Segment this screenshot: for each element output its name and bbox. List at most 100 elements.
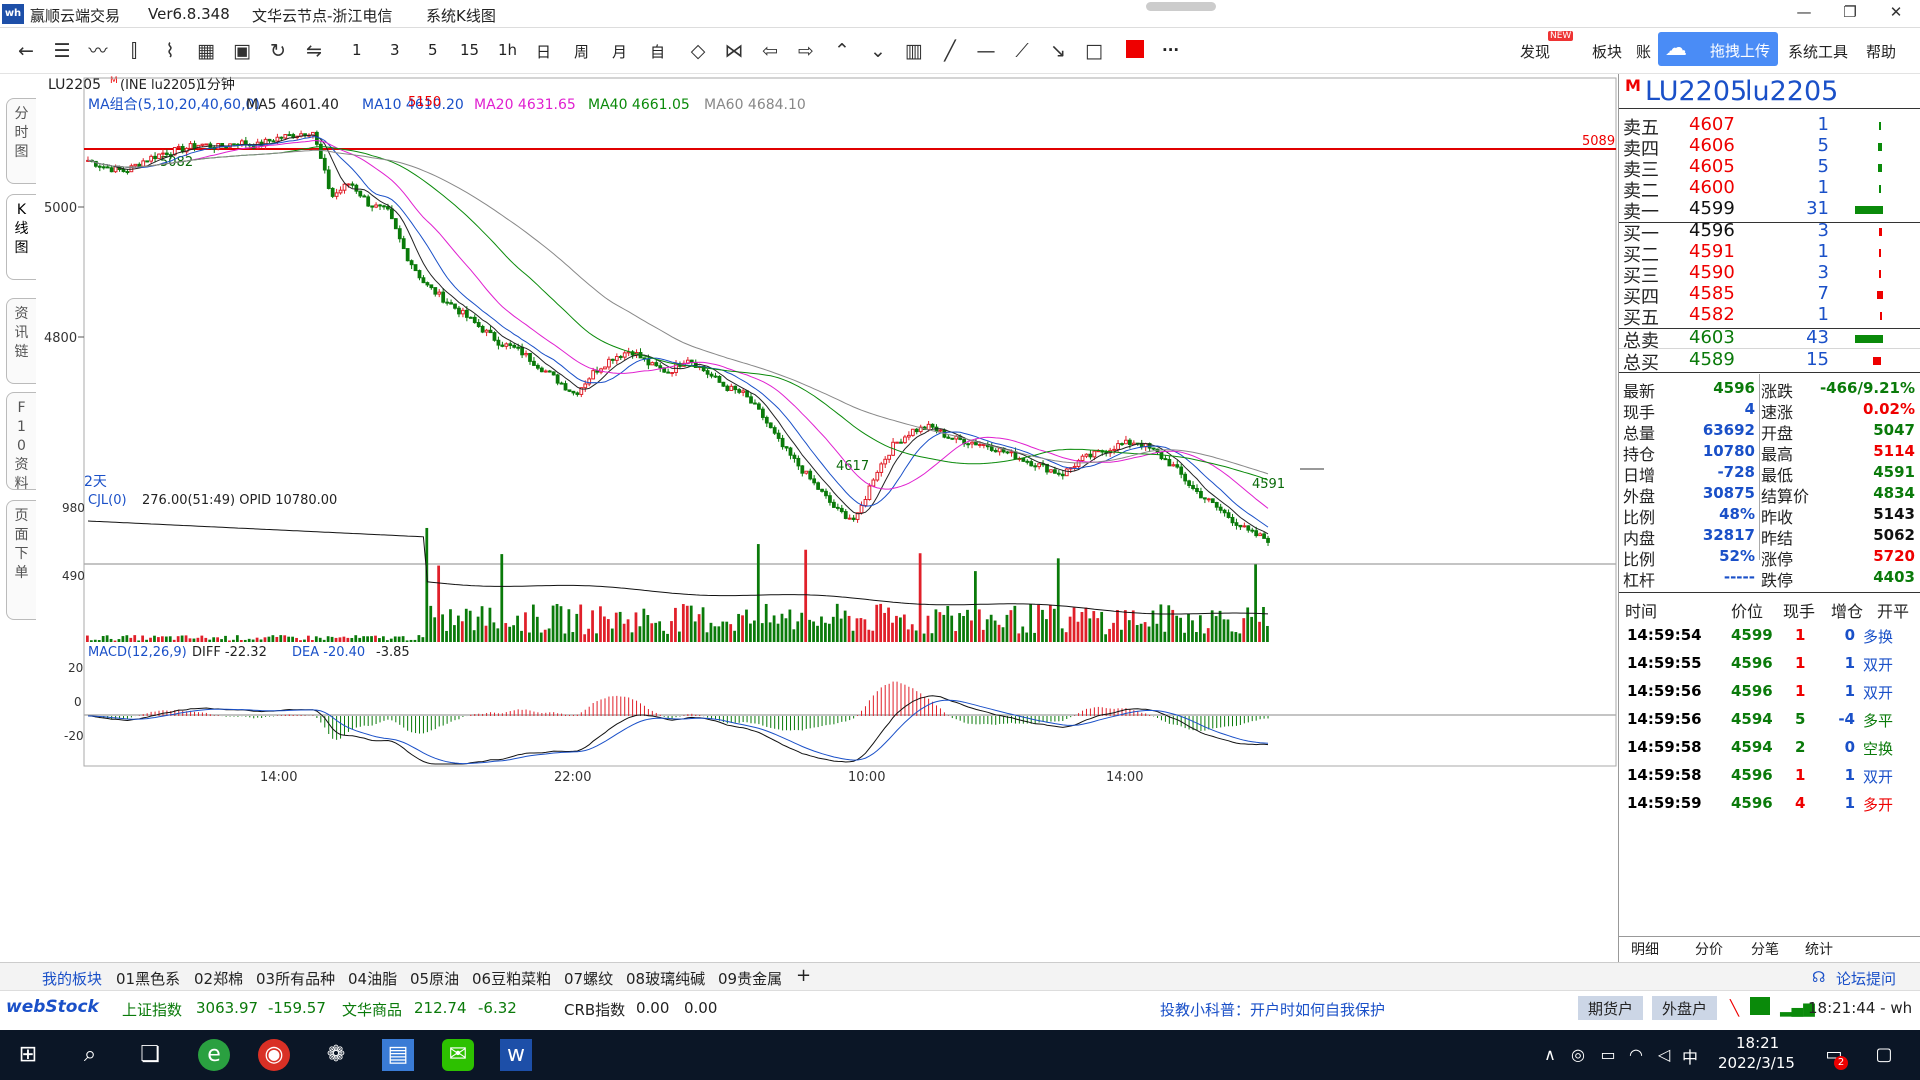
block-tab-1[interactable]: 01黑色系	[116, 968, 180, 989]
kline-chart-area[interactable]: LU2205 M (INE lu2205) 1分钟 MA组合(5,10,20,4…	[38, 74, 1618, 934]
ray-tool-icon[interactable]: ⟋	[1008, 38, 1036, 64]
tab-order[interactable]: 页面下单	[6, 500, 36, 620]
tray-app-icon[interactable]: ◎	[1562, 1039, 1594, 1071]
tick-row[interactable]: 14:59:54 4599 1 0 多换	[1619, 622, 1920, 650]
tick-row[interactable]: 14:59:56 4596 1 1 双开	[1619, 678, 1920, 706]
candle	[539, 367, 544, 373]
period-1[interactable]: 1	[352, 41, 362, 59]
period-15[interactable]: 15	[460, 41, 479, 59]
block-tab-3[interactable]: 03所有品种	[256, 968, 335, 989]
zoom-out-icon[interactable]: ⋈	[720, 38, 748, 64]
tab-news[interactable]: 资讯链	[6, 298, 36, 384]
period-month[interactable]: 月	[612, 41, 627, 62]
news-ticker[interactable]: 投教小科普：开户时如何自我保护	[1160, 999, 1385, 1020]
tick-row[interactable]: 14:59:58 4596 1 1 双开	[1619, 762, 1920, 790]
tab-f10[interactable]: F10资料	[6, 392, 36, 492]
block-tab-5[interactable]: 05原油	[410, 968, 459, 989]
block-tab-7[interactable]: 07螺纹	[564, 968, 613, 989]
tick-row[interactable]: 14:59:59 4596 4 1 多开	[1619, 790, 1920, 818]
block-tab-4[interactable]: 04油脂	[348, 968, 397, 989]
save-icon[interactable]: ▣	[228, 38, 256, 64]
shift-right-icon[interactable]: ⇨	[792, 38, 820, 64]
cjl-header[interactable]: CJL(0)	[88, 493, 127, 508]
forex-account-button[interactable]: 外盘户	[1652, 996, 1718, 1020]
tab-detail[interactable]: 明细	[1631, 939, 1659, 959]
tools-menu[interactable]: 系统工具	[1788, 41, 1848, 62]
close-button[interactable]: ✕	[1884, 3, 1908, 21]
wenhua-taskbar-icon[interactable]: w	[500, 1039, 532, 1071]
ie-icon[interactable]: e	[198, 1039, 230, 1071]
help-menu[interactable]: 帮助	[1866, 41, 1896, 62]
chrome-icon[interactable]: ◉	[258, 1039, 290, 1071]
tab-price-dist[interactable]: 分价	[1695, 939, 1723, 959]
zoom-in-icon[interactable]: ◇	[684, 38, 712, 64]
sh-index-label[interactable]: 上证指数	[122, 999, 182, 1020]
ime-indicator[interactable]: 中	[1682, 1044, 1698, 1068]
volume-bar	[1104, 634, 1108, 642]
tab-kline[interactable]: K线图	[6, 194, 36, 280]
line-chart-icon[interactable]: 〰	[84, 38, 112, 64]
tick-row[interactable]: 14:59:55 4596 1 1 双开	[1619, 650, 1920, 678]
more-button[interactable]: ···	[1162, 41, 1179, 59]
list-icon[interactable]: ☰	[48, 38, 76, 64]
down-icon[interactable]: ⌄	[864, 38, 892, 64]
candle	[330, 187, 335, 197]
sector-button[interactable]: 板块	[1592, 41, 1622, 62]
upload-dropzone[interactable]: ☁ 拖拽上传	[1658, 32, 1778, 66]
futures-account-button[interactable]: 期货户	[1578, 996, 1644, 1020]
maximize-button[interactable]: ❐	[1838, 3, 1862, 21]
period-custom[interactable]: 自	[650, 41, 665, 62]
arrow-tool-icon[interactable]: ↘	[1044, 38, 1072, 64]
candle	[141, 160, 146, 167]
search-icon[interactable]: ⌕	[74, 1039, 106, 1071]
period-5[interactable]: 5	[428, 41, 438, 59]
tab-ticks[interactable]: 分笔	[1751, 939, 1779, 959]
app-icon-1[interactable]: ❁	[320, 1039, 352, 1071]
add-block-button[interactable]: +	[796, 965, 811, 986]
block-tab-8[interactable]: 08玻璃纯碱	[626, 968, 705, 989]
block-tab-mine[interactable]: 我的板块	[42, 968, 102, 989]
tab-stats[interactable]: 统计	[1805, 939, 1833, 959]
block-tab-2[interactable]: 02郑棉	[194, 968, 243, 989]
macd-header[interactable]: MACD(12,26,9)	[88, 645, 187, 660]
refresh-icon[interactable]: ↻	[264, 38, 292, 64]
tick-row[interactable]: 14:59:58 4594 2 0 空换	[1619, 734, 1920, 762]
period-1h[interactable]: 1h	[498, 41, 517, 59]
windows-start-icon[interactable]: ⊞	[12, 1039, 44, 1071]
block-tab-6[interactable]: 06豆粕菜粕	[472, 968, 551, 989]
period-3[interactable]: 3	[390, 41, 400, 59]
task-view-icon[interactable]: ❏	[134, 1039, 166, 1071]
layout-icon[interactable]: ▥	[900, 38, 928, 64]
period-select[interactable]: 1分钟	[198, 76, 235, 93]
block-tab-9[interactable]: 09贵金属	[718, 968, 782, 989]
account-button[interactable]: 账	[1636, 41, 1651, 62]
period-week[interactable]: 周	[574, 41, 589, 62]
wechat-icon[interactable]: ✉	[442, 1039, 474, 1071]
back-icon[interactable]: ←	[12, 38, 40, 64]
action-center-icon[interactable]: ▢	[1868, 1039, 1900, 1071]
rect-tool-icon[interactable]: □	[1080, 38, 1108, 64]
minimize-button[interactable]: —	[1792, 3, 1816, 21]
volume-bar	[1048, 604, 1052, 642]
tick-row[interactable]: 14:59:56 4594 5 -4 多平	[1619, 706, 1920, 734]
compare-icon[interactable]: ⇋	[300, 38, 328, 64]
line-tool-icon[interactable]: ╱	[936, 38, 964, 64]
period-day[interactable]: 日	[536, 41, 551, 62]
forum-button[interactable]: 论坛提问	[1836, 968, 1896, 989]
wh-index-label[interactable]: 文华商品	[342, 999, 402, 1020]
shift-left-icon[interactable]: ⇦	[756, 38, 784, 64]
up-icon[interactable]: ⌃	[828, 38, 856, 64]
tab-timeshare[interactable]: 分时图	[6, 98, 36, 184]
color-picker-button[interactable]	[1126, 40, 1144, 58]
crb-label[interactable]: CRB指数	[564, 999, 625, 1020]
indicator-icon[interactable]: ⌇	[156, 38, 184, 64]
app-icon-2[interactable]: ▤	[382, 1039, 414, 1071]
discover-button[interactable]: 发现	[1520, 41, 1550, 62]
hline-tool-icon[interactable]: —	[972, 38, 1000, 64]
ma-group-label[interactable]: MA组合(5,10,20,40,60,0)	[88, 97, 260, 113]
volume-icon[interactable]: ◁	[1648, 1039, 1680, 1071]
candle-icon[interactable]: ⫿	[120, 38, 148, 64]
grid-icon[interactable]: ▦	[192, 38, 220, 64]
drag-grip[interactable]	[1146, 2, 1216, 11]
chart-svg[interactable]: LU2205 M (INE lu2205) 1分钟 MA组合(5,10,20,4…	[38, 74, 1618, 962]
